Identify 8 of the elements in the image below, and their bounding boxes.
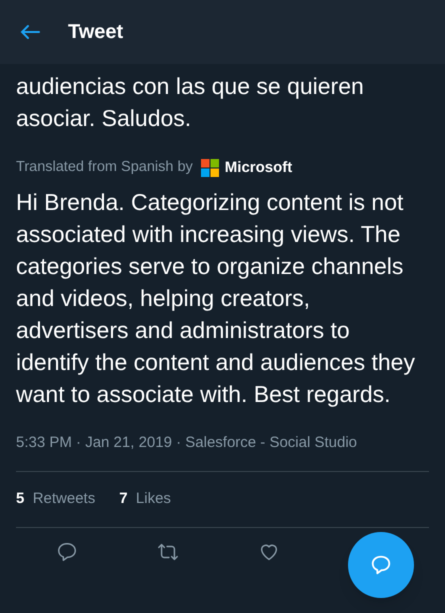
stat-count[interactable]: 5 Retweets bbox=[16, 488, 96, 510]
translated-tweet-text: Hi Brenda. Categorizing content is not associated with increasing views. The categories serve to organize channels and videos, helping creators, advertisers and administrators to identify the content and audiences they want to associate with. Best regards. bbox=[16, 188, 416, 409]
tweet-timestamp: 5:33 PM · Jan 21, 2019 · Salesforce - Social Studio bbox=[16, 433, 358, 453]
provider-name: Microsoft bbox=[224, 158, 292, 178]
stat-count[interactable]: 7 Likes bbox=[119, 488, 171, 510]
original-tweet-text: audiencias con las que se quieren asociar. Saludos. bbox=[16, 72, 365, 133]
translation-note: Translated from Spanish by bbox=[16, 158, 193, 178]
page-title: Tweet bbox=[68, 20, 124, 45]
